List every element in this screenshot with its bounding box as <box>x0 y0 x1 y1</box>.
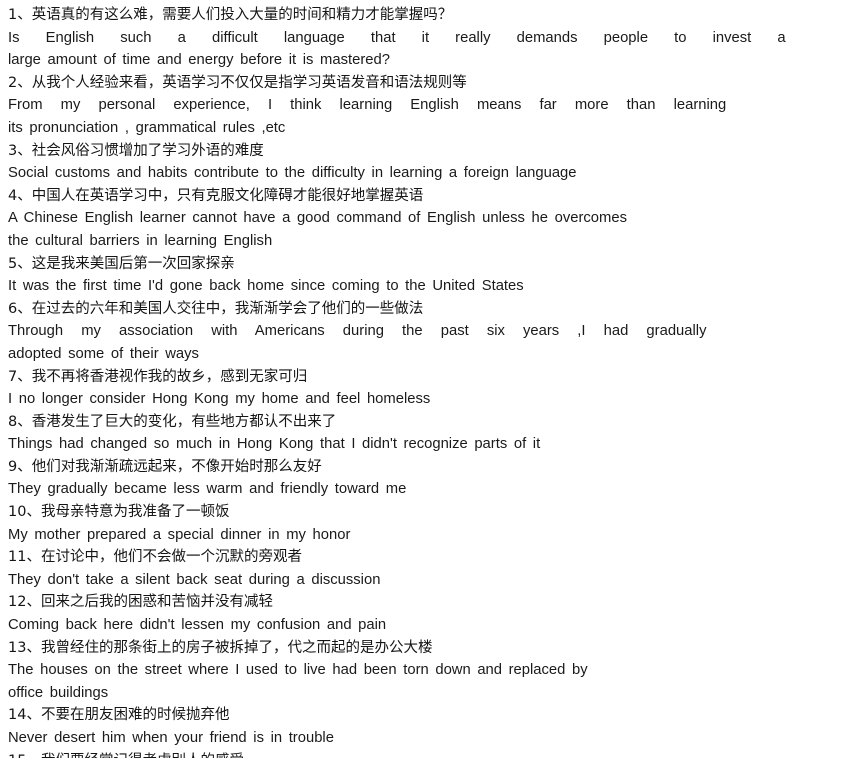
english-translation-1-line-2: large amount of time and energy before i… <box>8 52 390 69</box>
chinese-prompt-5: 5、这是我来美国后第一次回家探亲 <box>8 255 235 272</box>
english-translation-9-line-1: They gradually became less warm and frie… <box>8 481 407 498</box>
chinese-prompt-8: 8、香港发生了巨大的变化，有些地方都认不出来了 <box>8 413 337 430</box>
english-translation-6-line-2: adopted some of their ways <box>8 345 199 362</box>
chinese-prompt-2: 2、从我个人经验来看，英语学习不仅仅是指学习英语发音和语法规则等 <box>8 74 467 91</box>
english-translation-2-line-2: its pronunciation , grammatical rules ,e… <box>8 119 286 136</box>
english-translation-5-line-1: It was the first time I'd gone back home… <box>8 278 524 295</box>
chinese-prompt-12: 12、回来之后我的困惑和苦恼并没有减轻 <box>8 594 273 611</box>
chinese-prompt-6: 6、在过去的六年和美国人交往中，我渐渐学会了他们的一些做法 <box>8 300 424 317</box>
english-translation-2-line-1: From my personal experience, I think lea… <box>8 97 727 114</box>
chinese-prompt-4: 4、中国人在英语学习中，只有克服文化障碍才能很好地掌握英语 <box>8 187 424 204</box>
english-translation-1-line-1: Is English such a difficult language tha… <box>8 29 786 46</box>
chinese-prompt-11: 11、在讨论中，他们不会做一个沉默的旁观者 <box>8 549 302 566</box>
chinese-prompt-1: 1、英语真的有这么难，需要人们投入大量的时间和精力才能掌握吗？ <box>8 7 453 23</box>
english-translation-7-line-1: I no longer consider Hong Kong my home a… <box>8 391 431 408</box>
chinese-prompt-10: 10、我母亲特意为我准备了一顿饭 <box>8 504 230 521</box>
english-translation-12-line-1: Coming back here didn't lessen my confus… <box>8 617 387 634</box>
english-translation-4-line-1: A Chinese English learner cannot have a … <box>8 210 627 227</box>
chinese-prompt-13: 13、我曾经住的那条街上的房子被拆掉了，代之而起的是办公大楼 <box>8 639 433 656</box>
english-translation-11-line-1: They don't take a silent back seat durin… <box>8 571 381 588</box>
english-translation-13-line-1: The houses on the street where I used to… <box>8 662 588 679</box>
english-translation-6-line-1: Through my association with Americans du… <box>8 323 707 340</box>
english-translation-3-line-1: Social customs and habits contribute to … <box>8 165 577 182</box>
chinese-prompt-9: 9、他们对我渐渐疏远起来，不像开始时那么友好 <box>8 458 322 475</box>
chinese-prompt-7: 7、我不再将香港视作我的故乡，感到无家可归 <box>8 368 308 385</box>
english-translation-10-line-1: My mother prepared a special dinner in m… <box>8 526 351 543</box>
chinese-prompt-14: 14、不要在朋友困难的时候抛弃他 <box>8 707 230 724</box>
chinese-prompt-3: 3、社会风俗习惯增加了学习外语的难度 <box>8 142 264 159</box>
chinese-prompt-15-clipped: 15、我们要经常记得考虑别人的感受 <box>8 750 835 758</box>
english-translation-14-line-1: Never desert him when your friend is in … <box>8 730 334 746</box>
english-translation-8-line-1: Things had changed so much in Hong Kong … <box>8 436 541 453</box>
english-translation-13-line-2: office buildings <box>8 684 109 701</box>
document-body: 1、英语真的有这么难，需要人们投入大量的时间和精力才能掌握吗？ Is Engli… <box>0 0 843 758</box>
english-translation-4-line-2: the cultural barriers in learning Englis… <box>8 232 273 249</box>
